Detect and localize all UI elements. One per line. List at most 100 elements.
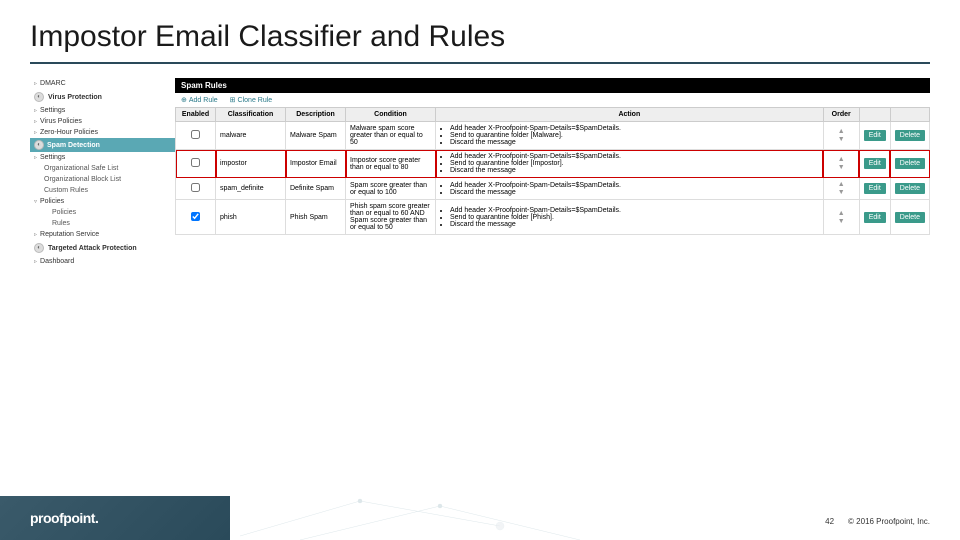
nav-label: Virus Protection [48,94,102,101]
column-header: Enabled [176,108,216,122]
sidebar-item-policies[interactable]: ▿Policies [30,196,175,207]
content-area: ▹DMARC◐Virus Protection▹Settings▹Virus P… [0,78,960,267]
nav-label: Custom Rules [44,187,88,194]
table-row: impostorImpostor EmailImpostor score gre… [176,150,930,178]
expand-icon: ▹ [34,258,37,265]
nav-label: Settings [40,154,65,161]
nav-label: Zero-Hour Policies [40,129,98,136]
column-header: Action [436,108,824,122]
column-header [890,108,929,122]
rules-table: EnabledClassificationDescriptionConditio… [175,107,930,235]
sidebar-item-virus-protection[interactable]: ◐ Virus Protection [30,89,175,105]
order-cell: ▲▼ [823,178,859,200]
move-up-icon[interactable]: ▲ [838,128,845,135]
sidebar-item-settings[interactable]: ▹Settings [30,152,175,163]
expand-icon: ▹ [34,80,37,87]
sidebar-item-rules[interactable]: Rules [30,218,175,229]
column-header: Classification [216,108,286,122]
nav-label: Rules [52,220,70,227]
expand-icon: ▹ [34,129,37,136]
sidebar-item-dmarc[interactable]: ▹DMARC [30,78,175,89]
clone-rule-link[interactable]: ⊞ Clone Rule [230,96,273,104]
section-icon: ◐ [34,243,44,253]
add-rule-label: Add Rule [189,97,218,104]
nav-label: Policies [40,198,64,205]
clone-rule-label: Clone Rule [238,97,273,104]
expand-icon: ▹ [34,118,37,125]
nav-label: Policies [52,209,76,216]
edit-button[interactable]: Edit [864,130,886,141]
move-down-icon[interactable]: ▼ [838,164,845,171]
section-icon: ◐ [34,92,44,102]
page-number: 42 [825,517,834,526]
nav-label: Organizational Block List [44,176,121,183]
add-rule-link[interactable]: ⊕ Add Rule [181,96,218,104]
sidebar-item-settings[interactable]: ▹Settings [30,105,175,116]
order-cell: ▲▼ [823,150,859,178]
slide-title: Impostor Email Classifier and Rules [0,0,960,62]
sidebar-item-dashboard[interactable]: ▹Dashboard [30,256,175,267]
nav-label: Settings [40,107,65,114]
move-down-icon[interactable]: ▼ [838,218,845,225]
edit-button[interactable]: Edit [864,158,886,169]
delete-button[interactable]: Delete [895,158,925,169]
footer-meta: 42 © 2016 Proofpoint, Inc. [825,517,930,526]
enabled-checkbox[interactable] [191,130,200,139]
clone-icon: ⊞ [230,96,236,104]
delete-button[interactable]: Delete [895,183,925,194]
rules-header: Spam Rules [175,78,930,93]
condition-cell: Spam score greater than or equal to 100 [346,178,436,200]
sidebar-item-policies[interactable]: Policies [30,207,175,218]
expand-icon: ▹ [34,154,37,161]
expand-icon: ▹ [34,231,37,238]
condition-cell: Malware spam score greater than or equal… [346,122,436,150]
enabled-checkbox[interactable] [191,212,200,221]
section-icon: ◐ [34,140,44,150]
enabled-checkbox[interactable] [191,183,200,192]
description-cell: Malware Spam [286,122,346,150]
edit-button[interactable]: Edit [864,183,886,194]
table-row: phishPhish SpamPhish spam score greater … [176,200,930,235]
sidebar-item-custom-rules[interactable]: Custom Rules [30,185,175,196]
footer: proofpoint. 42 © 2016 Proofpoint, Inc. [0,496,960,540]
nav-label: Spam Detection [47,142,100,149]
nav-label: Virus Policies [40,118,82,125]
column-header: Condition [346,108,436,122]
footer-brand-bg: proofpoint. [0,496,230,540]
main-panel: Spam Rules ⊕ Add Rule ⊞ Clone Rule Enabl… [175,78,930,267]
sidebar-item-virus-policies[interactable]: ▹Virus Policies [30,116,175,127]
brand-logo: proofpoint. [30,510,98,526]
classification-cell: phish [216,200,286,235]
sidebar-item-targeted-attack-protection[interactable]: ◐ Targeted Attack Protection [30,240,175,256]
sidebar-item-organizational-block-list[interactable]: Organizational Block List [30,174,175,185]
action-cell: Add header X-Proofpoint-Spam-Details=$Sp… [436,200,824,235]
sidebar-item-reputation-service[interactable]: ▹Reputation Service [30,229,175,240]
classification-cell: malware [216,122,286,150]
enabled-checkbox[interactable] [191,158,200,167]
move-up-icon[interactable]: ▲ [838,181,845,188]
condition-cell: Phish spam score greater than or equal t… [346,200,436,235]
action-cell: Add header X-Proofpoint-Spam-Details=$Sp… [436,178,824,200]
move-up-icon[interactable]: ▲ [838,156,845,163]
classification-cell: impostor [216,150,286,178]
nav-label: Targeted Attack Protection [48,245,137,252]
move-down-icon[interactable]: ▼ [838,136,845,143]
action-cell: Add header X-Proofpoint-Spam-Details=$Sp… [436,150,824,178]
delete-button[interactable]: Delete [895,130,925,141]
expand-icon: ▹ [34,107,37,114]
sidebar-item-spam-detection[interactable]: ◐Spam Detection [30,138,175,152]
order-cell: ▲▼ [823,122,859,150]
column-header [859,108,890,122]
delete-button[interactable]: Delete [895,212,925,223]
description-cell: Impostor Email [286,150,346,178]
sidebar-item-zero-hour-policies[interactable]: ▹Zero-Hour Policies [30,127,175,138]
nav-label: Dashboard [40,258,74,265]
rules-toolbar: ⊕ Add Rule ⊞ Clone Rule [175,93,930,107]
table-row: spam_definiteDefinite SpamSpam score gre… [176,178,930,200]
move-down-icon[interactable]: ▼ [838,189,845,196]
edit-button[interactable]: Edit [864,212,886,223]
column-header: Order [823,108,859,122]
sidebar-item-organizational-safe-list[interactable]: Organizational Safe List [30,163,175,174]
move-up-icon[interactable]: ▲ [838,210,845,217]
description-cell: Definite Spam [286,178,346,200]
